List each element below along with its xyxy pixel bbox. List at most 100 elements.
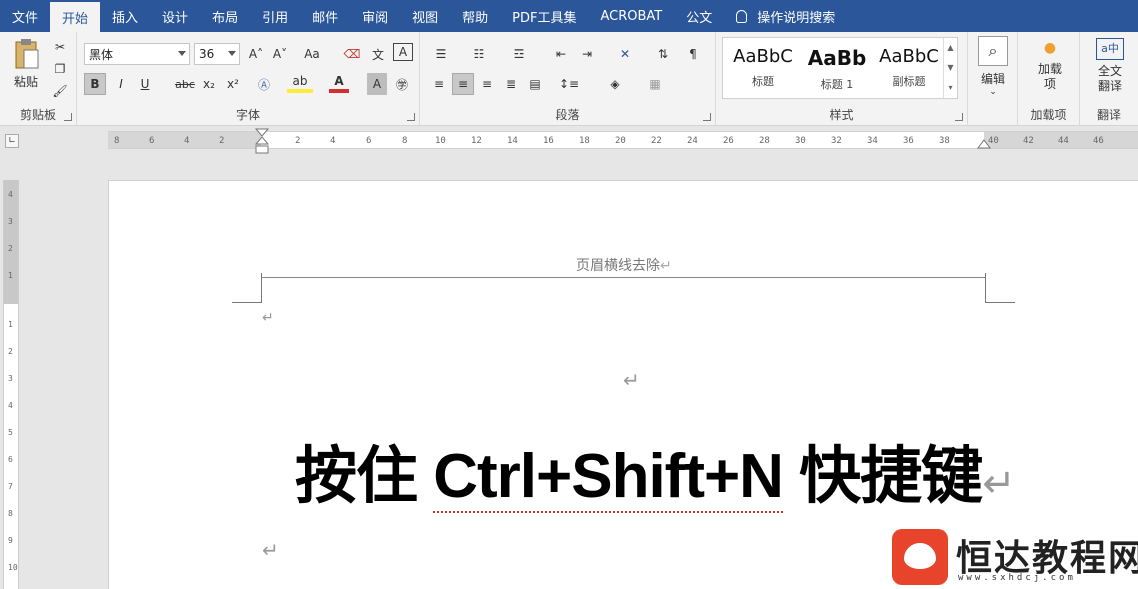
strikethrough-button[interactable]: abc [172, 73, 198, 95]
italic-button[interactable]: I [110, 73, 132, 95]
paragraph-group-label: 段落 [555, 108, 580, 122]
vruler-tick: 8 [8, 509, 13, 518]
tab-review[interactable]: 审阅 [350, 0, 400, 32]
styles-gallery: AaBbC 标题 AaBb 标题 1 AaBbC 副标题 ▲ ▼ ▾ [722, 37, 958, 99]
ruler-tick: 18 [579, 136, 590, 146]
paragraph-mark: ↵ [660, 258, 672, 274]
borders-icon[interactable]: ▦ [640, 73, 670, 95]
font-color-button[interactable]: A [329, 73, 349, 93]
superscript-button[interactable]: x² [222, 73, 244, 95]
grow-font-button[interactable]: A˄ [245, 43, 267, 65]
ruler-tick: 12 [471, 136, 482, 146]
style-title[interactable]: AaBbC 标题 [727, 40, 799, 98]
group-editing: ⌕ 编辑 ⌄ [968, 32, 1018, 126]
paragraph-launcher-icon[interactable] [703, 113, 711, 121]
right-indent-marker-icon[interactable] [977, 134, 991, 150]
numbering-icon[interactable]: ☷ [466, 43, 492, 65]
chinese-layout-icon[interactable]: ✕ [610, 43, 640, 65]
tab-layout[interactable]: 布局 [200, 0, 250, 32]
ruler-tick: 32 [831, 136, 842, 146]
heart-icon [904, 543, 936, 569]
chevron-down-icon [178, 51, 186, 56]
style-sample: AaBbC [733, 46, 793, 67]
vruler-tick: 6 [8, 455, 13, 464]
ruler-tick: 34 [867, 136, 878, 146]
ruler-tick: 10 [435, 136, 446, 146]
highlight-icon[interactable]: ab [287, 73, 313, 93]
bold-button[interactable]: B [84, 73, 106, 95]
char-border-icon[interactable]: A [393, 43, 413, 61]
enclose-char-icon[interactable]: ㊫ [391, 73, 413, 95]
styles-launcher-icon[interactable] [955, 113, 963, 121]
style-subtitle[interactable]: AaBbC 副标题 [873, 40, 945, 98]
tab-view[interactable]: 视图 [400, 0, 450, 32]
addins-icon: ● [1043, 40, 1057, 56]
tab-insert[interactable]: 插入 [100, 0, 150, 32]
style-name: 副标题 [892, 75, 926, 88]
shrink-font-button[interactable]: A˅ [269, 43, 291, 65]
style-sample: AaBbC [879, 46, 939, 67]
font-group-label: 字体 [235, 108, 260, 122]
increase-indent-icon[interactable]: ⇥ [576, 43, 598, 65]
decrease-indent-icon[interactable]: ⇤ [550, 43, 572, 65]
styles-scroll[interactable]: ▲ ▼ ▾ [943, 38, 957, 98]
align-right-icon[interactable]: ≡ [476, 73, 498, 95]
translate-group-label: 翻译 [1096, 108, 1121, 122]
group-font: 黑体 36 A˄ A˅ Aa ⌫ 文 A B I U abc x₂ x² Ⓐ a… [77, 32, 420, 126]
vruler-tick: 4 [8, 401, 13, 410]
margin-corner-left [232, 273, 262, 303]
clipboard-icon [15, 39, 39, 69]
font-name-select[interactable]: 黑体 [84, 43, 190, 65]
align-left-icon[interactable]: ≡ [428, 73, 450, 95]
vertical-ruler[interactable]: 4 3 2 1 1 2 3 4 5 6 7 8 9 10 [3, 180, 19, 589]
translate-button[interactable]: a中 全文翻译 [1090, 38, 1130, 94]
tab-references[interactable]: 引用 [250, 0, 300, 32]
subscript-button[interactable]: x₂ [198, 73, 220, 95]
distributed-icon[interactable]: ▤ [524, 73, 546, 95]
text-effects-icon[interactable]: Ⓐ [252, 73, 276, 95]
show-marks-icon[interactable]: ¶ [682, 43, 704, 65]
shading-icon[interactable]: ◈ [600, 73, 630, 95]
ruler-tick: 42 [1023, 136, 1034, 146]
format-painter-icon[interactable]: 🖌 [50, 80, 70, 102]
phonetic-guide-icon[interactable]: 文 [367, 43, 389, 65]
change-case-button[interactable]: Aa [297, 43, 327, 65]
tell-me-search[interactable]: 操作说明搜索 [724, 0, 847, 32]
tab-acrobat[interactable]: ACROBAT [588, 0, 674, 32]
tab-pdf-tools[interactable]: PDF工具集 [500, 0, 588, 32]
tab-help[interactable]: 帮助 [450, 0, 500, 32]
clipboard-launcher-icon[interactable] [64, 113, 72, 121]
editing-button[interactable]: ⌕ 编辑 ⌄ [974, 36, 1012, 97]
headline-shortcut: Ctrl+Shift+N [433, 442, 784, 513]
align-center-icon[interactable]: ≡ [452, 73, 474, 95]
ruler-tick: 4 [184, 136, 190, 146]
sort-icon[interactable]: ⇅ [652, 43, 674, 65]
justify-icon[interactable]: ≣ [500, 73, 522, 95]
indent-marker-icon[interactable] [255, 128, 269, 158]
addins-button[interactable]: ● 加载项 [1028, 40, 1072, 92]
font-launcher-icon[interactable] [407, 113, 415, 121]
tab-mailings[interactable]: 邮件 [300, 0, 350, 32]
editing-label: 编辑 [980, 72, 1005, 86]
cut-icon[interactable]: ✂ [50, 36, 70, 58]
style-heading-1[interactable]: AaBb 标题 1 [801, 40, 873, 98]
header-text[interactable]: 页眉横线去除↵ [576, 255, 672, 275]
headline-text[interactable]: 按住 Ctrl+Shift+N 快捷键↵ [295, 425, 1016, 515]
paste-button[interactable]: 粘贴 [6, 38, 46, 90]
underline-button[interactable]: U [134, 73, 156, 95]
translate-icon: a中 [1096, 38, 1124, 60]
tab-official-doc[interactable]: 公文 [674, 0, 724, 32]
tab-home[interactable]: 开始 [50, 2, 101, 32]
bullets-icon[interactable]: ☰ [428, 43, 454, 65]
tab-selector-icon[interactable]: ∟ [5, 134, 19, 148]
clear-format-icon[interactable]: ⌫ [341, 43, 363, 65]
line-spacing-icon[interactable]: ↕≡ [554, 73, 584, 95]
vruler-tick: 7 [8, 482, 13, 491]
copy-icon[interactable]: ❐ [50, 58, 70, 80]
tab-design[interactable]: 设计 [150, 0, 200, 32]
multilevel-list-icon[interactable]: ☲ [506, 43, 532, 65]
ruler-tick: 8 [114, 136, 120, 146]
font-size-select[interactable]: 36 [194, 43, 240, 65]
tab-file[interactable]: 文件 [0, 0, 50, 32]
char-shading-icon[interactable]: A [367, 73, 387, 95]
